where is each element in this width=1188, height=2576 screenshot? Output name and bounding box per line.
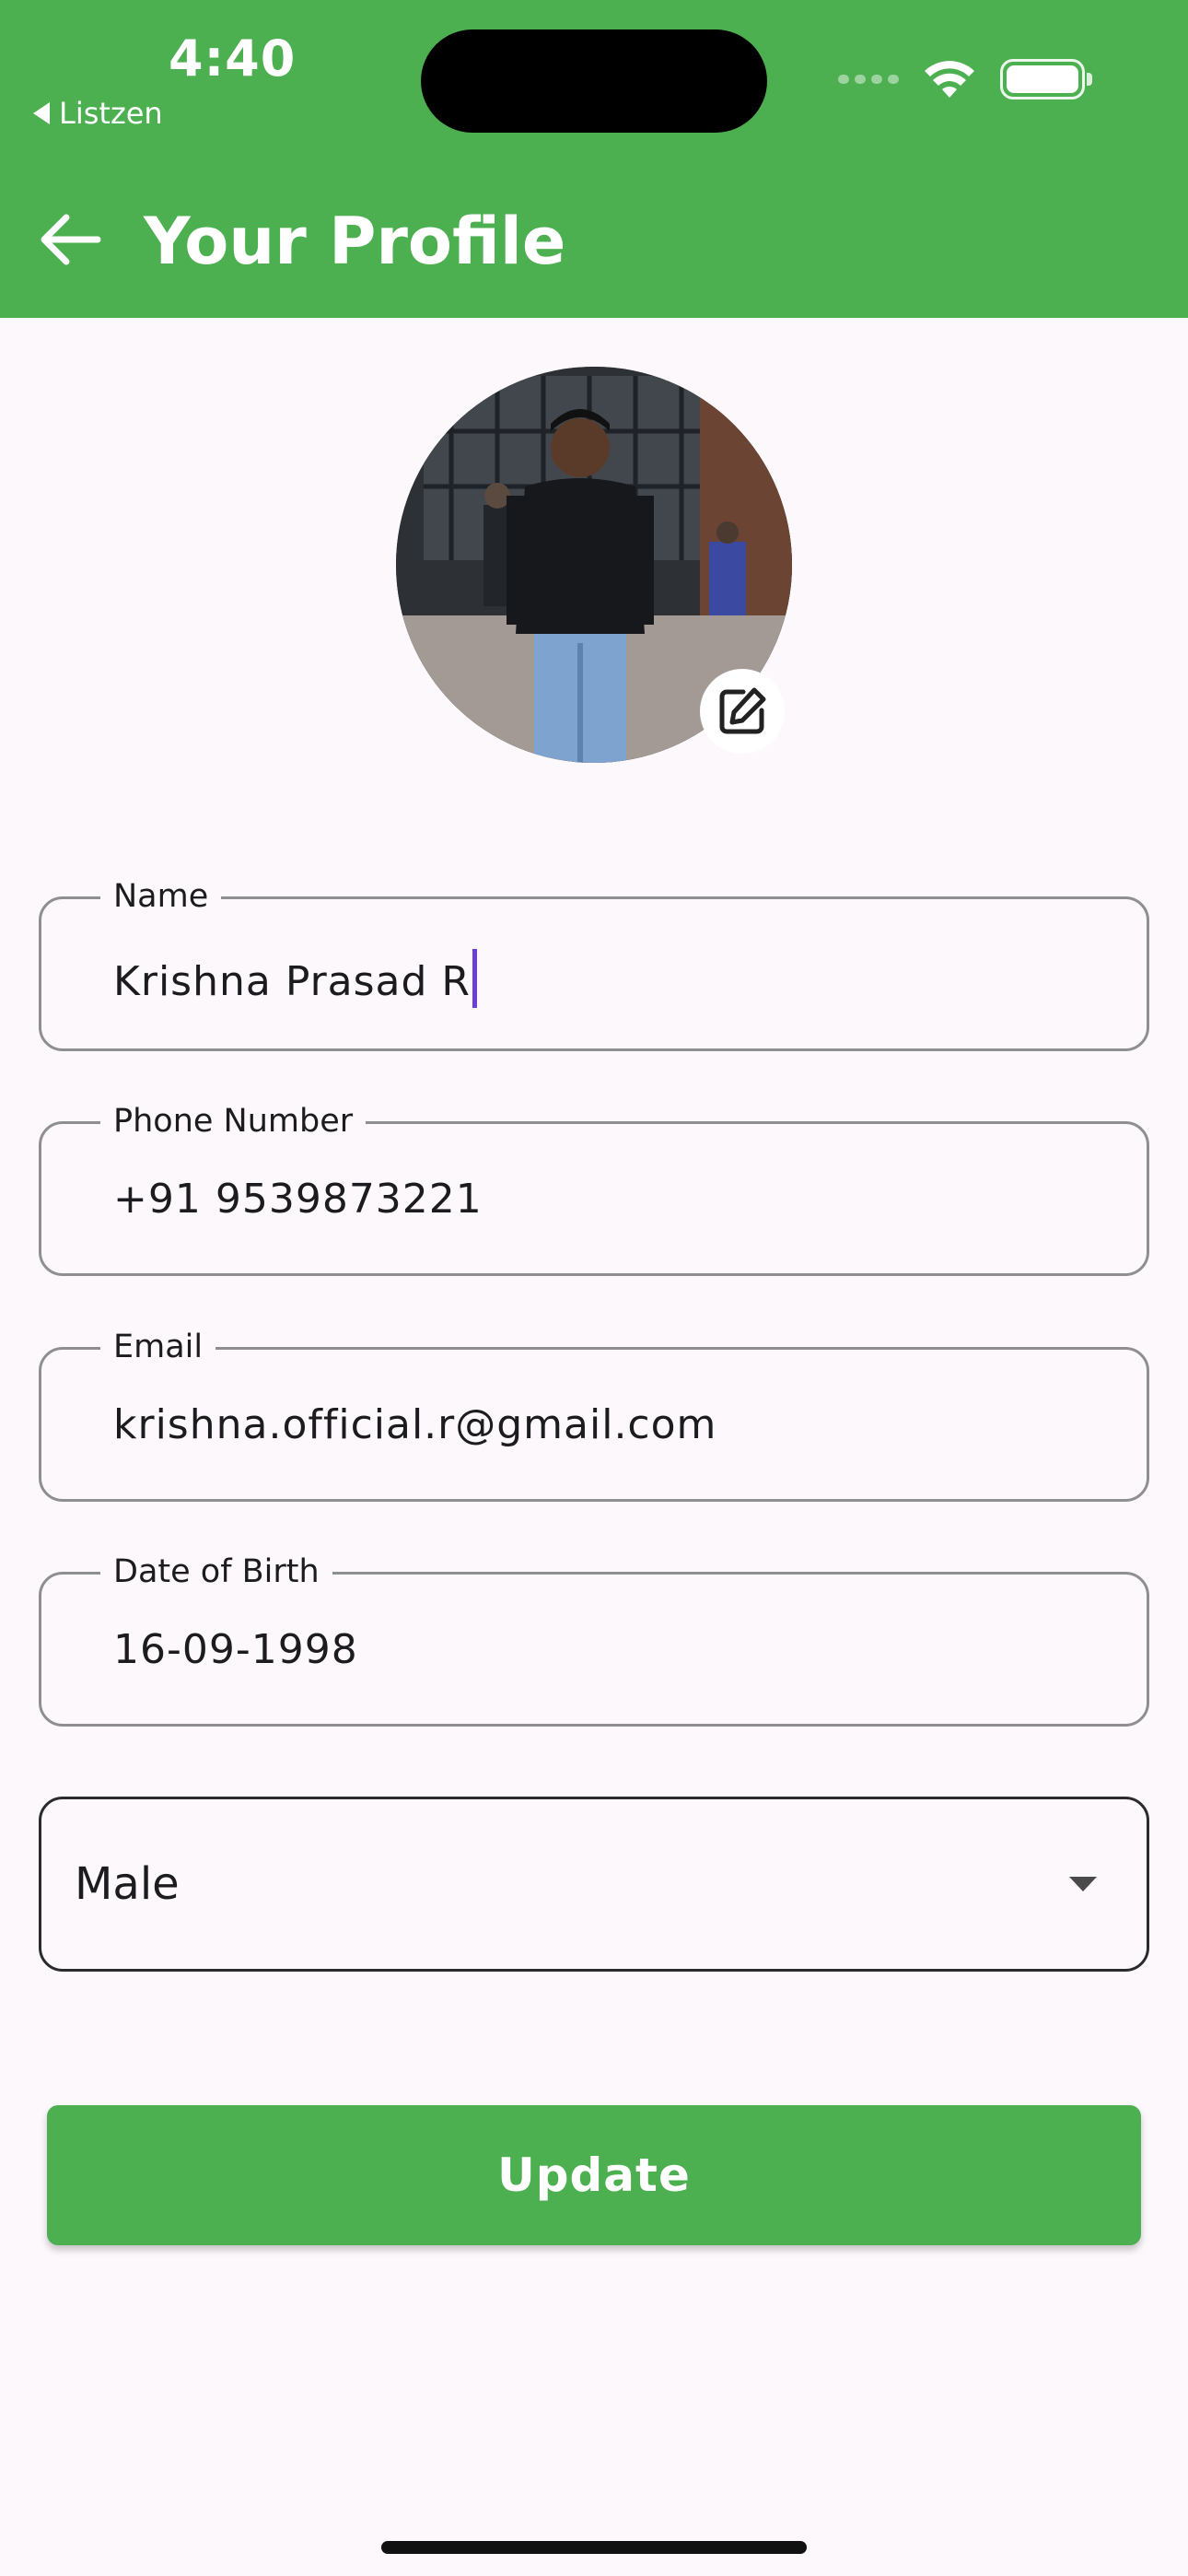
page-title: Your Profile: [144, 204, 566, 279]
wifi-icon: [925, 61, 974, 98]
battery-icon: [1000, 59, 1092, 100]
name-field[interactable]: Name Krishna Prasad R: [39, 875, 1149, 1051]
email-field[interactable]: Email krishna.official.r@gmail.com: [39, 1326, 1149, 1502]
update-button[interactable]: Update: [47, 2105, 1141, 2245]
dynamic-island: [421, 29, 767, 133]
profile-screen: 4:40 Listzen Your Profile Name Krishna P…: [0, 0, 1188, 2576]
email-input[interactable]: krishna.official.r@gmail.com: [113, 1399, 716, 1451]
home-indicator[interactable]: [381, 2541, 807, 2554]
name-value: Krishna Prasad R: [113, 958, 472, 1005]
back-app-label: Listzen: [59, 96, 163, 131]
name-input[interactable]: Krishna Prasad R: [113, 949, 478, 1008]
dob-input[interactable]: 16-09-1998: [113, 1624, 358, 1676]
phone-input[interactable]: +91 9539873221: [113, 1174, 483, 1225]
app-header: 4:40 Listzen Your Profile: [0, 0, 1188, 318]
arrow-left-icon: [41, 214, 101, 265]
text-cursor: [472, 949, 478, 1008]
phone-field-label: Phone Number: [100, 1100, 367, 1142]
back-button[interactable]: [33, 203, 107, 276]
gender-dropdown[interactable]: Male: [39, 1797, 1149, 1972]
status-icons: [838, 59, 1092, 100]
name-field-label: Name: [100, 875, 222, 918]
status-time: 4:40: [169, 29, 297, 88]
edit-avatar-button[interactable]: [700, 669, 785, 754]
dob-field-label: Date of Birth: [100, 1551, 332, 1593]
back-triangle-icon: [33, 102, 50, 124]
back-to-app-link[interactable]: Listzen: [33, 96, 163, 131]
dropdown-arrow-icon: [1069, 1877, 1097, 1891]
gender-selected-value: Male: [75, 1858, 180, 1910]
cellular-signal-icon: [838, 75, 899, 84]
dob-field[interactable]: Date of Birth 16-09-1998: [39, 1551, 1149, 1727]
edit-icon: [719, 687, 766, 734]
email-field-label: Email: [100, 1326, 216, 1368]
phone-field[interactable]: Phone Number +91 9539873221: [39, 1100, 1149, 1276]
